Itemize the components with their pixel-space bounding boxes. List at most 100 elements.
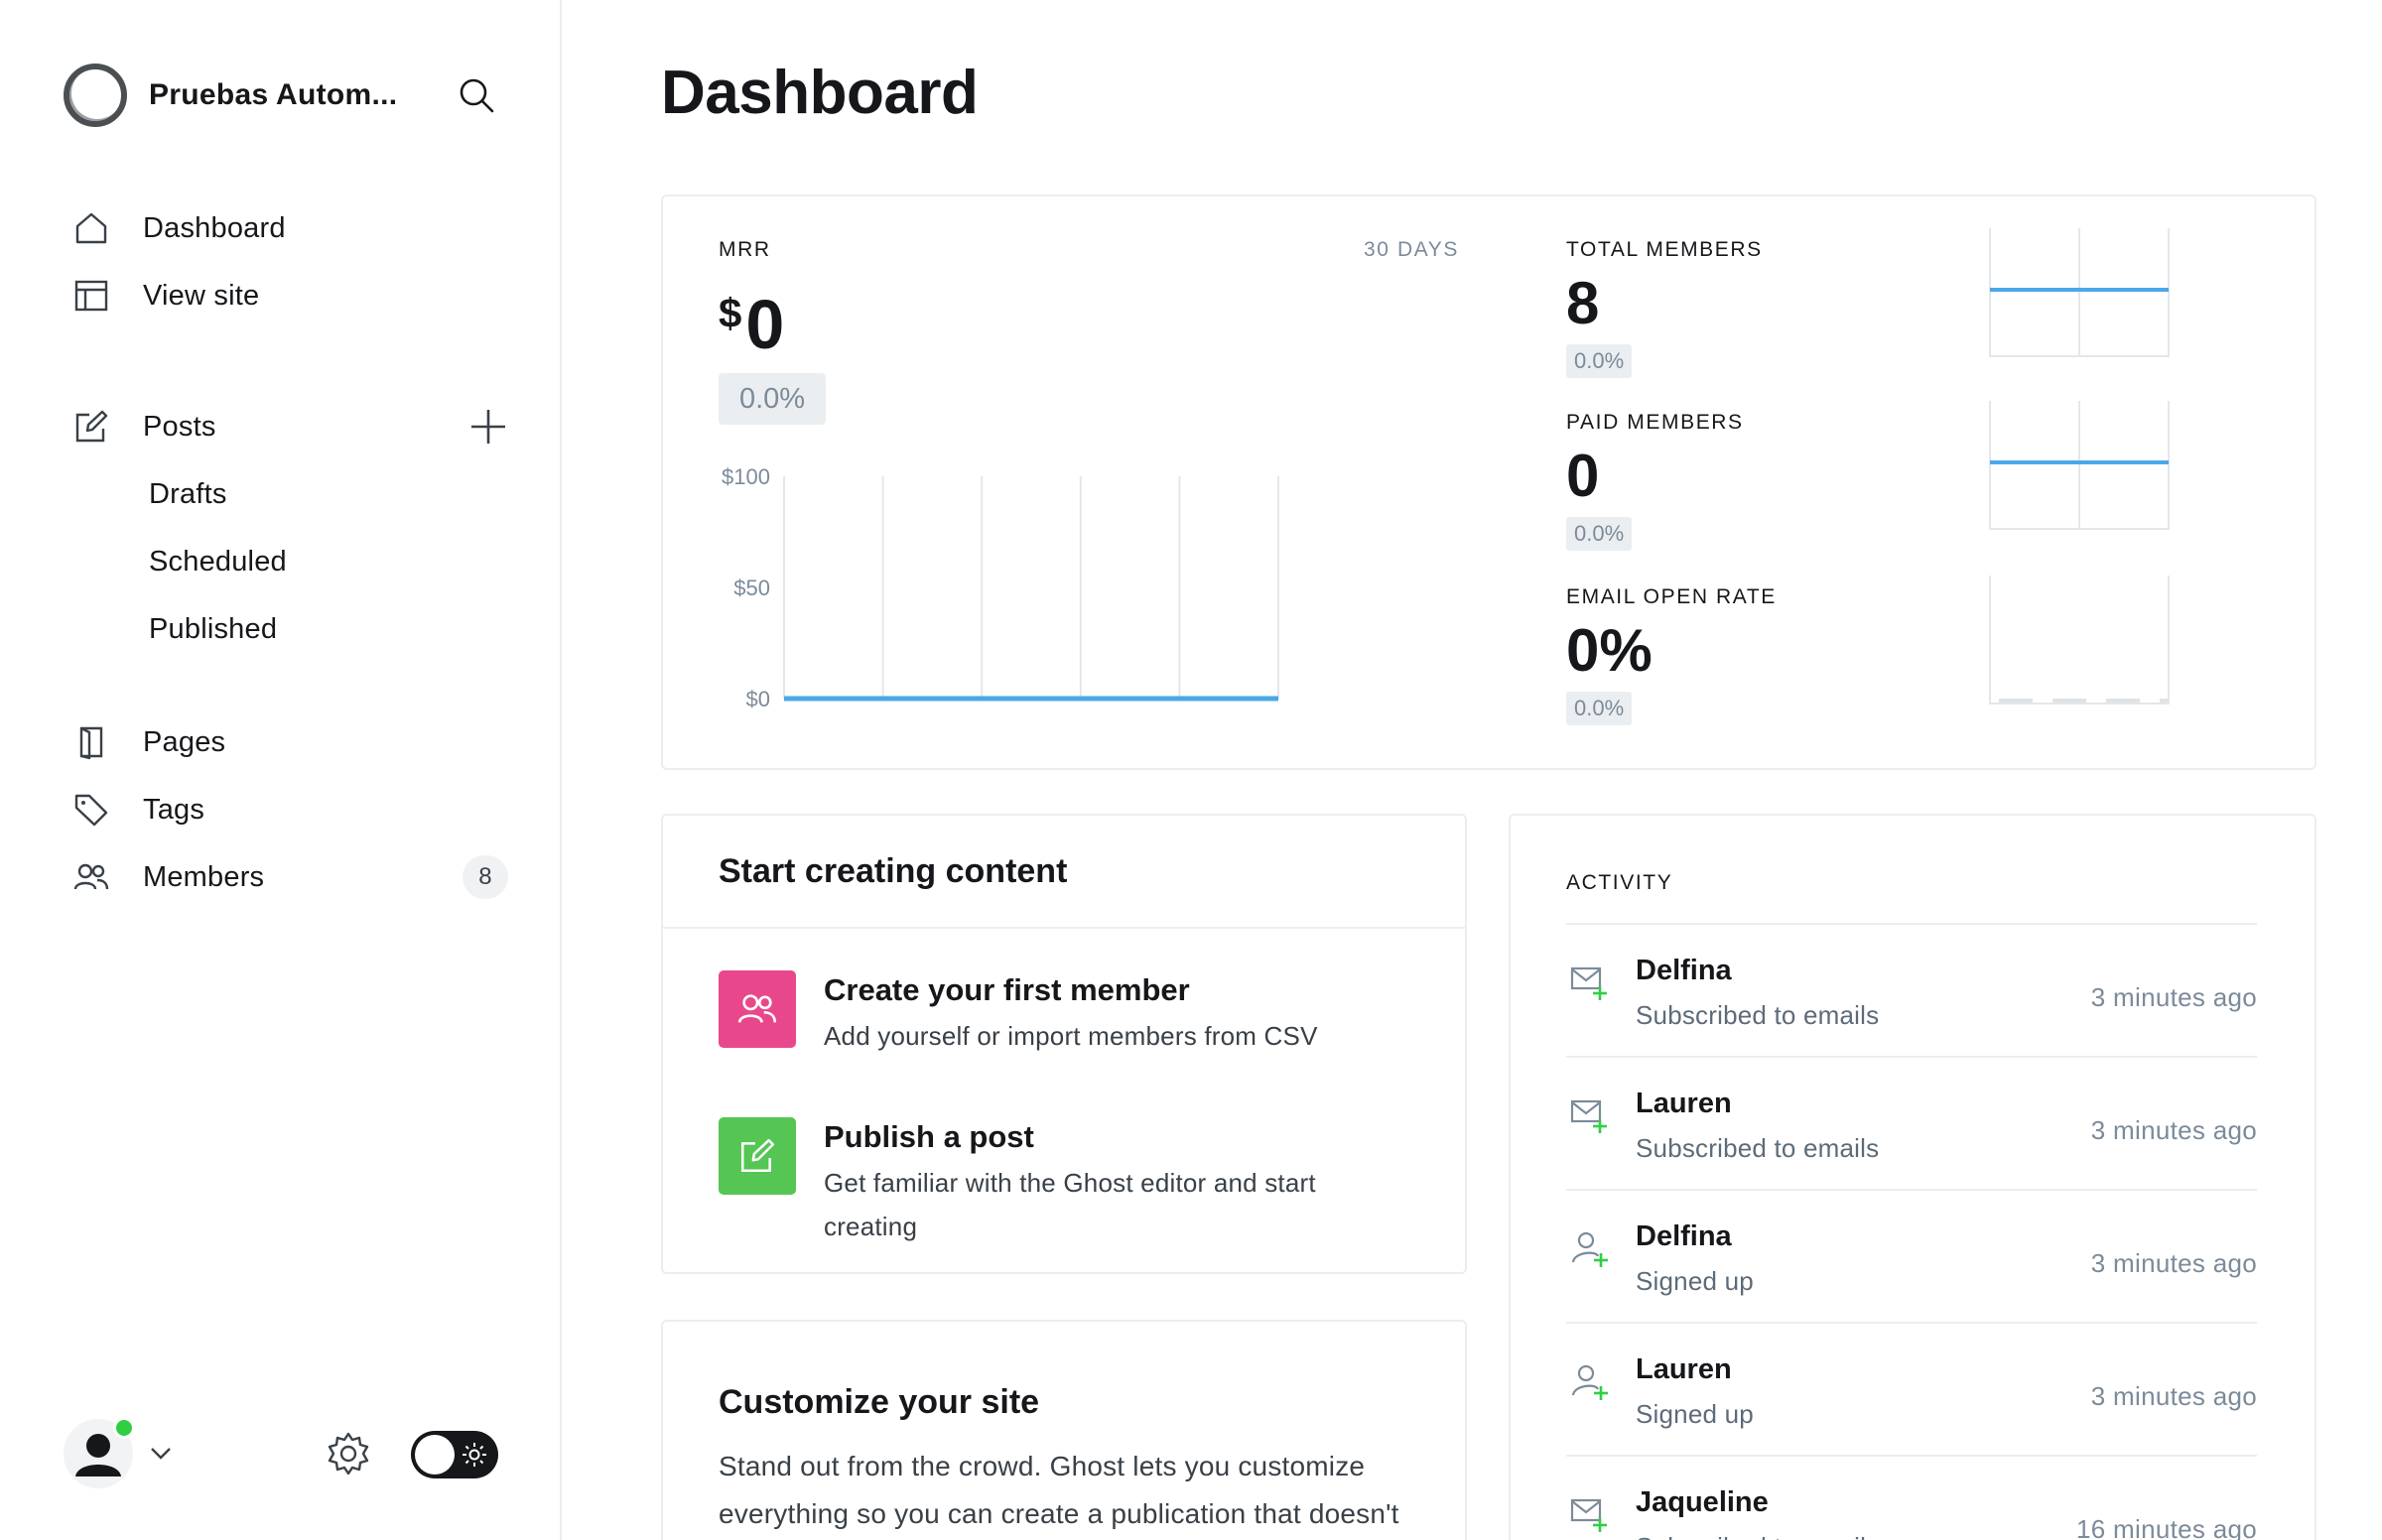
activity-description: Subscribed to emails [1636, 1532, 1879, 1540]
activity-list: Delfina Subscribed to emails 3 minutes ago… [1566, 923, 2257, 1540]
email-open-bar [2106, 699, 2140, 703]
activity-timestamp: 3 minutes ago [2090, 982, 2257, 1012]
email-plus-icon [1570, 1099, 1607, 1133]
nav-dashboard[interactable]: Dashboard [64, 194, 508, 262]
activity-row[interactable]: Jaqueline Subscribed to emails 16 minutes … [1566, 1455, 2257, 1540]
activity-timestamp: 3 minutes ago [2090, 1248, 2257, 1278]
site-header: Pruebas Autom... [64, 64, 500, 127]
nav-posts-label: Posts [143, 410, 216, 443]
home-icon [64, 210, 119, 246]
activity-timestamp: 3 minutes ago [2090, 1115, 2257, 1145]
start-creating-title: Start creating content [663, 816, 1465, 929]
activity-timestamp: 16 minutes ago [2076, 1514, 2257, 1540]
nav-drafts[interactable]: Drafts [64, 460, 508, 528]
start-creating-card: Start creating content Create your first… [661, 814, 1467, 1274]
paid-members-sparkline [1989, 401, 2170, 530]
email-open-bar [2160, 699, 2168, 703]
members-icon [64, 859, 119, 895]
total-members-sparkline [1989, 228, 2170, 357]
activity-description: Signed up [1636, 1399, 1754, 1429]
mrr-ytick-label: $0 [746, 687, 770, 711]
activity-row[interactable]: Delfina Signed up 3 minutes ago [1566, 1189, 2257, 1322]
nav-members[interactable]: Members 8 [64, 843, 508, 911]
email-plus-icon [1570, 1498, 1607, 1532]
sun-icon [463, 1443, 486, 1472]
paid-members-stat[interactable]: PAID MEMBERS 0 0.0% [1566, 401, 2201, 585]
customize-title: Customize your site [719, 1383, 1040, 1421]
nav-tags-label: Tags [143, 793, 205, 826]
activity-member-name[interactable]: Delfina [1636, 1220, 1732, 1253]
total-members-stat[interactable]: TOTAL MEMBERS 8 0.0% [1566, 228, 2201, 413]
site-logo[interactable] [64, 64, 127, 127]
email-open-bar [1999, 699, 2033, 703]
nav-drafts-label: Drafts [149, 477, 227, 510]
email-plus-icon [1570, 966, 1607, 1000]
activity-description: Subscribed to emails [1636, 1133, 1880, 1163]
create-member-item[interactable]: Create your first member Add yourself or… [719, 970, 1413, 1070]
primary-nav: Dashboard View site [64, 194, 508, 329]
tag-icon [64, 792, 119, 828]
activity-row[interactable]: Lauren Subscribed to emails 3 minutes ago [1566, 1056, 2257, 1189]
nav-pages[interactable]: Pages [64, 708, 508, 776]
library-nav: Pages Tags Members 8 [64, 708, 508, 911]
sidebar-footer [64, 1417, 508, 1490]
toggle-knob [415, 1435, 455, 1475]
kpi-card: MRR 30 DAYS $ 0 0.0% $100 $50 $0 TOTAL MEM… [661, 194, 2316, 770]
mrr-label: MRR [719, 238, 771, 261]
mrr-ytick-label: $100 [722, 464, 770, 489]
members-count-badge: 8 [463, 855, 508, 899]
new-post-plus-icon[interactable] [468, 407, 508, 447]
nav-published-label: Published [149, 612, 278, 645]
create-member-title: Create your first member [824, 972, 1190, 1007]
mrr-range-selector[interactable]: 30 DAYS [1364, 238, 1459, 262]
nav-members-label: Members [143, 860, 265, 893]
publish-post-title: Publish a post [824, 1119, 1034, 1154]
activity-description: Subscribed to emails [1636, 1000, 1880, 1030]
activity-member-name[interactable]: Lauren [1636, 1088, 1732, 1120]
publish-post-item[interactable]: Publish a post Get familiar with the Gho… [719, 1117, 1413, 1246]
create-member-desc: Add yourself or import members from CSV [824, 1021, 1318, 1051]
activity-timestamp: 3 minutes ago [2090, 1381, 2257, 1411]
nav-scheduled[interactable]: Scheduled [64, 528, 508, 595]
site-title[interactable]: Pruebas Autom... [149, 78, 397, 112]
paid-members-delta: 0.0% [1566, 517, 1633, 551]
sidebar: Pruebas Autom... Dashboard View site Pos… [0, 0, 562, 1540]
nav-scheduled-label: Scheduled [149, 545, 287, 578]
mrr-chart: $100 $50 $0 [722, 464, 1279, 711]
search-icon[interactable] [453, 71, 500, 119]
nav-view-site-label: View site [143, 279, 260, 312]
mrr-value: $ 0 [719, 284, 784, 359]
layout-icon [64, 278, 119, 314]
nav-dashboard-label: Dashboard [143, 211, 286, 244]
activity-member-name[interactable]: Jaqueline [1636, 1486, 1769, 1519]
publish-post-desc: Get familiar with the Ghost editor and s… [824, 1168, 1316, 1241]
activity-row[interactable]: Delfina Subscribed to emails 3 minutes ago [1566, 923, 2257, 1056]
edit-icon [719, 1117, 796, 1195]
activity-description: Signed up [1636, 1266, 1754, 1296]
chevron-down-icon[interactable] [147, 1439, 175, 1472]
gear-icon[interactable] [326, 1431, 371, 1481]
email-open-bar [2052, 699, 2086, 703]
activity-card: ACTIVITY Delfina Subscribed to emails 3 mi… [1509, 814, 2316, 1540]
mrr-currency: $ [719, 290, 742, 336]
theme-toggle[interactable] [411, 1431, 498, 1478]
user-plus-icon [1571, 1231, 1608, 1267]
page-icon [64, 724, 119, 760]
nav-pages-label: Pages [143, 725, 226, 758]
email-open-rate-stat[interactable]: EMAIL OPEN RATE 0% 0.0% [1566, 576, 2201, 760]
user-plus-icon [1571, 1364, 1608, 1400]
mrr-amount: 0 [745, 286, 785, 363]
edit-icon [64, 409, 119, 445]
members-icon [719, 970, 796, 1048]
nav-tags[interactable]: Tags [64, 776, 508, 843]
activity-row[interactable]: Lauren Signed up 3 minutes ago [1566, 1322, 2257, 1455]
nav-posts[interactable]: Posts [64, 393, 508, 460]
online-status-dot [113, 1417, 135, 1439]
nav-published[interactable]: Published [64, 595, 508, 663]
total-members-delta: 0.0% [1566, 344, 1633, 378]
activity-member-name[interactable]: Delfina [1636, 955, 1732, 987]
email-open-rate-delta: 0.0% [1566, 692, 1633, 725]
nav-view-site[interactable]: View site [64, 262, 508, 329]
activity-member-name[interactable]: Lauren [1636, 1353, 1732, 1386]
page-title: Dashboard [661, 59, 979, 127]
